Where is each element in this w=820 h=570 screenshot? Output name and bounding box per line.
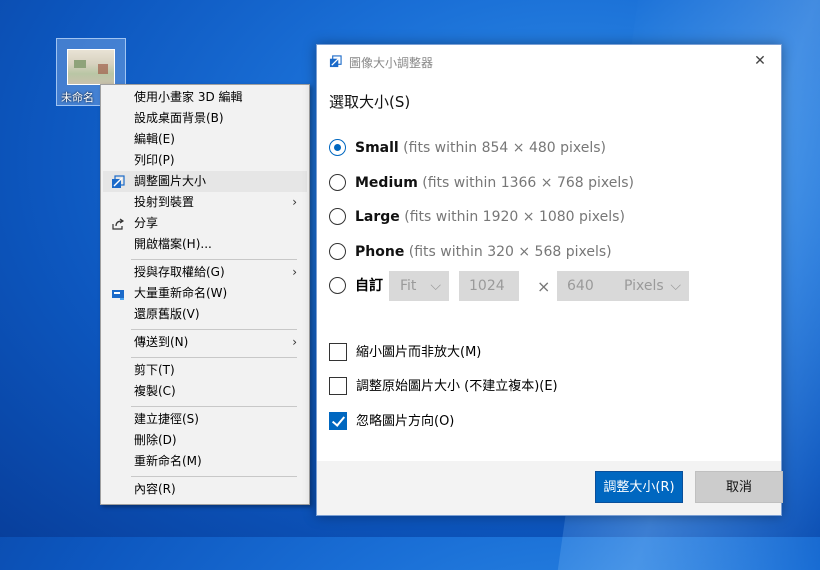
menu-item-label: 開啟檔案(H)... (134, 237, 212, 251)
checkbox[interactable] (329, 377, 347, 395)
close-button[interactable]: ✕ (749, 52, 771, 70)
menu-item-label: 內容(R) (134, 482, 176, 496)
menu-item-properties[interactable]: 內容(R) (103, 479, 307, 500)
menu-item-label: 編輯(E) (134, 132, 175, 146)
dialog-body: 選取大小(S) Small (fits within 854 × 480 pix… (317, 77, 781, 461)
chevron-right-icon: › (292, 195, 297, 209)
menu-item-label: 剪下(T) (134, 363, 175, 377)
width-input[interactable]: 1024 (459, 271, 519, 301)
image-resizer-icon (329, 55, 342, 68)
size-hint: (fits within 1366 × 768 pixels) (422, 175, 635, 191)
height-input[interactable]: 640 (557, 271, 617, 301)
context-menu: 使用小畫家 3D 編輯 設成桌面背景(B) 編輯(E) 列印(P) 調整圖片大小… (100, 84, 310, 505)
custom-label: 自訂 (355, 278, 383, 294)
menu-item-label: 複製(C) (134, 384, 176, 398)
fit-mode-dropdown[interactable]: Fit ⌵ (389, 271, 449, 301)
resize-button[interactable]: 調整大小(R) (595, 471, 683, 503)
image-thumbnail (67, 49, 115, 85)
share-icon (112, 218, 125, 230)
size-name: Large (355, 209, 400, 225)
menu-separator (131, 476, 297, 477)
chevron-down-icon: ⌵ (670, 278, 681, 294)
menu-item-label: 刪除(D) (134, 433, 177, 447)
menu-separator (131, 357, 297, 358)
chevron-right-icon: › (292, 265, 297, 279)
height-value: 640 (567, 278, 594, 294)
menu-separator (131, 329, 297, 330)
menu-item-label: 傳送到(N) (134, 335, 189, 349)
chevron-right-icon: › (292, 335, 297, 349)
menu-item-label: 調整圖片大小 (134, 174, 207, 188)
menu-item-label: 建立捷徑(S) (134, 412, 199, 426)
menu-item-label: 使用小畫家 3D 編輯 (134, 90, 243, 104)
size-name: Medium (355, 175, 418, 191)
radio-button[interactable] (329, 174, 346, 191)
size-hint: (fits within 1920 × 1080 pixels) (404, 209, 625, 225)
unit-value: Pixels (624, 278, 664, 294)
menu-item-label: 授與存取權給(G) (134, 265, 225, 279)
menu-separator (131, 406, 297, 407)
powerrename-icon (112, 290, 124, 300)
dialog-title: 圖像大小調整器 (349, 56, 434, 70)
image-resizer-icon (112, 175, 125, 188)
menu-item-bulk-rename[interactable]: 大量重新命名(W) (103, 283, 307, 304)
size-option-custom[interactable]: 自訂 Fit ⌵ 1024 × 640 Pixels ⌵ (329, 271, 769, 301)
size-name: Small (355, 140, 399, 156)
menu-item-send-to[interactable]: 傳送到(N) › (103, 332, 307, 353)
checkbox-label: 縮小圖片而非放大(M) (356, 345, 482, 360)
image-resizer-dialog: 圖像大小調整器 ✕ 選取大小(S) Small (fits within 854… (316, 44, 783, 516)
menu-item-restore-versions[interactable]: 還原舊版(V) (103, 304, 307, 325)
menu-item-label: 還原舊版(V) (134, 307, 200, 321)
menu-item-rename[interactable]: 重新命名(M) (103, 451, 307, 472)
unit-dropdown[interactable]: Pixels ⌵ (613, 271, 689, 301)
times-sign: × (537, 277, 551, 296)
menu-item-open-file[interactable]: 開啟檔案(H)... (103, 234, 307, 255)
checkbox-label: 調整原始圖片大小 (不建立複本)(E) (356, 379, 558, 394)
close-icon: ✕ (754, 53, 766, 69)
menu-item-label: 重新命名(M) (134, 454, 202, 468)
menu-item-delete[interactable]: 刪除(D) (103, 430, 307, 451)
menu-item-create-shortcut[interactable]: 建立捷徑(S) (103, 409, 307, 430)
width-value: 1024 (469, 278, 505, 294)
menu-item-give-access[interactable]: 授與存取權給(G) › (103, 262, 307, 283)
checkbox[interactable] (329, 343, 347, 361)
chevron-down-icon: ⌵ (430, 278, 441, 294)
menu-item-set-wallpaper[interactable]: 設成桌面背景(B) (103, 108, 307, 129)
desktop-file-label: 未命名 (61, 91, 94, 104)
menu-item-label: 列印(P) (134, 153, 175, 167)
menu-item-label: 設成桌面背景(B) (134, 111, 224, 125)
menu-item-resize-pictures[interactable]: 調整圖片大小 (103, 171, 307, 192)
menu-item-share[interactable]: 分享 (103, 213, 307, 234)
checkbox[interactable] (329, 412, 347, 430)
radio-button[interactable] (329, 277, 346, 294)
menu-item-label: 投射到裝置 (134, 195, 195, 209)
fit-mode-value: Fit (400, 278, 417, 294)
size-hint: (fits within 320 × 568 pixels) (408, 244, 612, 260)
menu-item-label: 分享 (134, 216, 159, 230)
menu-item-label: 大量重新命名(W) (134, 286, 228, 300)
menu-item-copy[interactable]: 複製(C) (103, 381, 307, 402)
select-size-heading: 選取大小(S) (329, 93, 411, 111)
menu-separator (131, 259, 297, 260)
radio-button[interactable] (329, 139, 346, 156)
menu-item-cut[interactable]: 剪下(T) (103, 360, 307, 381)
radio-button[interactable] (329, 208, 346, 225)
menu-item-print[interactable]: 列印(P) (103, 150, 307, 171)
size-name: Phone (355, 244, 405, 260)
radio-button[interactable] (329, 243, 346, 260)
menu-item-edit[interactable]: 編輯(E) (103, 129, 307, 150)
dialog-titlebar: 圖像大小調整器 ✕ (317, 45, 781, 77)
cancel-button[interactable]: 取消 (695, 471, 783, 503)
checkbox-label: 忽略圖片方向(O) (356, 414, 455, 429)
menu-item-cast-to-device[interactable]: 投射到裝置 › (103, 192, 307, 213)
menu-item-paint3d[interactable]: 使用小畫家 3D 編輯 (103, 87, 307, 108)
size-hint: (fits within 854 × 480 pixels) (403, 140, 607, 156)
